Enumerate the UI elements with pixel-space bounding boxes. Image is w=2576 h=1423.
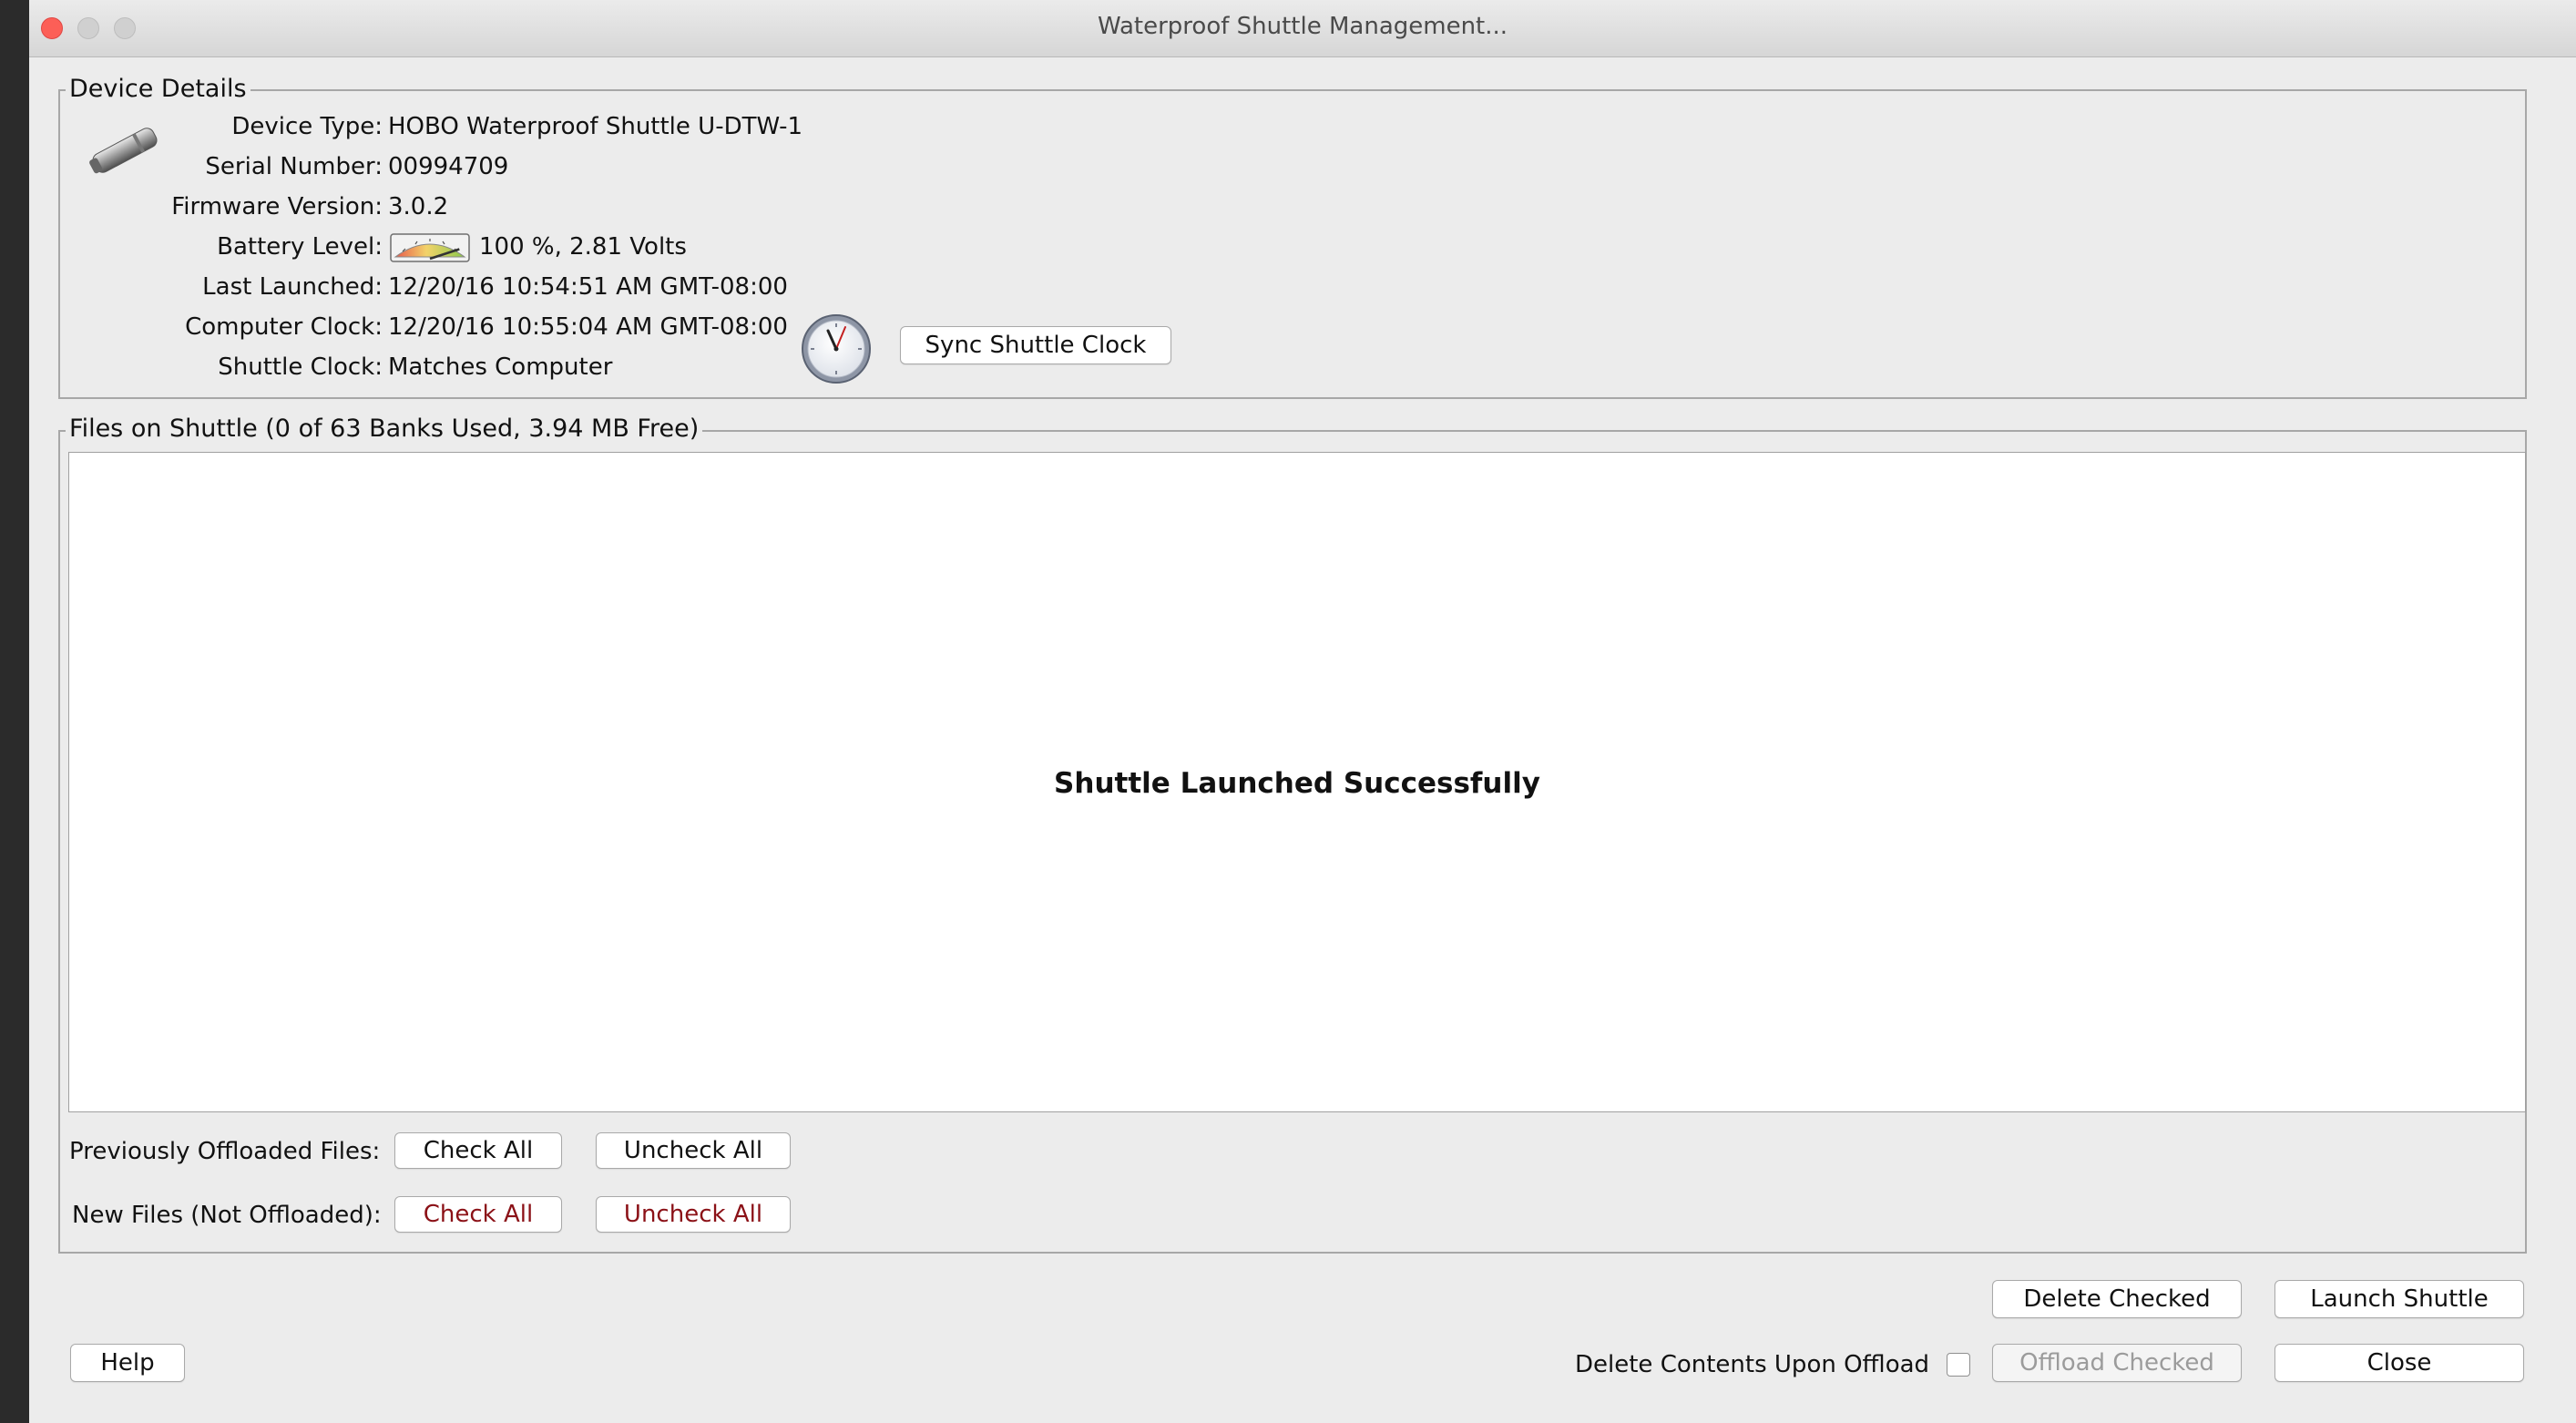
last-launched-label: Last Launched:: [202, 273, 383, 301]
file-list-panel[interactable]: Shuttle Launched Successfully: [68, 452, 2526, 1112]
new-files-label: New Files (Not Offloaded):: [72, 1202, 382, 1229]
delete-contents-label: Delete Contents Upon Offload: [1575, 1351, 1930, 1378]
clock-icon: [802, 314, 871, 384]
shuttle-management-window: Waterproof Shuttle Management... Device …: [29, 0, 2576, 1423]
files-on-shuttle-legend: Files on Shuttle (0 of 63 Banks Used, 3.…: [66, 415, 703, 444]
previously-offloaded-uncheck-all-button[interactable]: Uncheck All: [596, 1132, 791, 1169]
launch-shuttle-button[interactable]: Launch Shuttle: [2274, 1280, 2524, 1318]
battery-level-label: Battery Level:: [217, 233, 383, 261]
status-message: Shuttle Launched Successfully: [1054, 767, 1540, 800]
previously-offloaded-check-all-button[interactable]: Check All: [394, 1132, 562, 1169]
serial-number-label: Serial Number:: [205, 153, 383, 180]
shuttle-clock-value: Matches Computer: [388, 353, 613, 381]
help-button[interactable]: Help: [70, 1344, 185, 1382]
serial-number-value: 00994709: [388, 153, 509, 180]
new-files-check-all-button[interactable]: Check All: [394, 1196, 562, 1233]
computer-clock-value: 12/20/16 10:55:04 AM GMT-08:00: [388, 313, 788, 341]
close-button[interactable]: Close: [2274, 1344, 2524, 1382]
computer-clock-label: Computer Clock:: [185, 313, 383, 341]
window-title: Waterproof Shuttle Management...: [1097, 13, 1508, 40]
battery-level-value: 100 %, 2.81 Volts: [479, 233, 687, 261]
firmware-version-label: Firmware Version:: [171, 193, 383, 220]
offload-checked-button[interactable]: Offload Checked: [1992, 1344, 2242, 1382]
battery-gauge-icon: [390, 233, 470, 262]
title-bar[interactable]: Waterproof Shuttle Management...: [29, 0, 2576, 57]
delete-contents-checkbox[interactable]: [1947, 1353, 1970, 1377]
device-details-legend: Device Details: [66, 75, 250, 104]
last-launched-value: 12/20/16 10:54:51 AM GMT-08:00: [388, 273, 788, 301]
previously-offloaded-label: Previously Offloaded Files:: [69, 1138, 381, 1165]
device-type-value: HOBO Waterproof Shuttle U-DTW-1: [388, 113, 803, 140]
delete-checked-button[interactable]: Delete Checked: [1992, 1280, 2242, 1318]
shuttle-clock-label: Shuttle Clock:: [218, 353, 383, 381]
device-type-label: Device Type:: [231, 113, 383, 140]
sync-shuttle-clock-button[interactable]: Sync Shuttle Clock: [900, 326, 1171, 364]
firmware-version-value: 3.0.2: [388, 193, 449, 220]
new-files-uncheck-all-button[interactable]: Uncheck All: [596, 1196, 791, 1233]
